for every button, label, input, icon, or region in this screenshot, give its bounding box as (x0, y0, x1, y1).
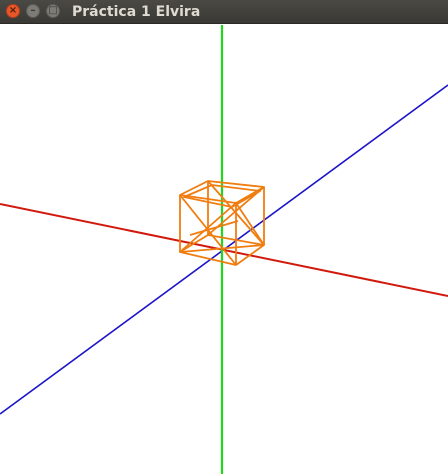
scene-svg (0, 25, 448, 474)
maximize-icon: □ (48, 5, 58, 16)
app-window: × – □ Práctica 1 Elvira (0, 0, 448, 474)
minimize-icon: – (30, 5, 36, 16)
opengl-canvas[interactable] (0, 25, 448, 474)
title-bar[interactable]: × – □ Práctica 1 Elvira (0, 0, 448, 24)
close-icon: × (8, 5, 18, 16)
maximize-button[interactable]: □ (46, 4, 60, 18)
window-title: Práctica 1 Elvira (72, 4, 201, 20)
close-button[interactable]: × (6, 4, 20, 18)
minimize-button[interactable]: – (26, 4, 40, 18)
